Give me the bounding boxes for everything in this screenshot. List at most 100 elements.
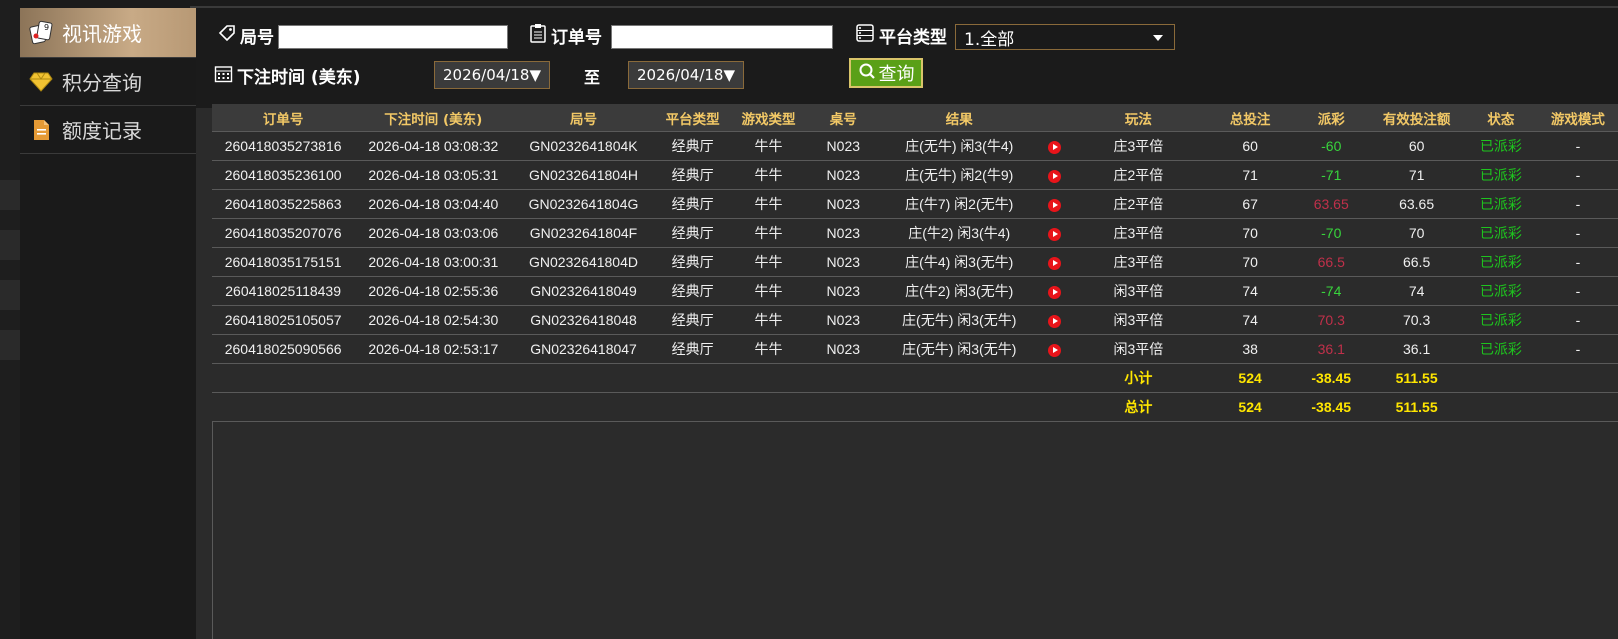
order-label: 订单号 xyxy=(551,28,602,48)
empty-cell xyxy=(1464,363,1618,393)
cell-status: 已派彩 xyxy=(1464,218,1538,248)
total-valid: 511.55 xyxy=(1369,392,1465,422)
background-fragment xyxy=(0,280,20,310)
sidebar-item-credit-log[interactable]: 额度记录 xyxy=(20,106,196,154)
cell-total-bet: 67 xyxy=(1206,189,1294,219)
cell-status: 已派彩 xyxy=(1464,276,1538,306)
cell-order: 260418025118439 xyxy=(212,276,355,306)
cell-order: 260418035273816 xyxy=(212,131,355,161)
tag-icon xyxy=(218,24,236,47)
cell-status: 已派彩 xyxy=(1464,189,1538,219)
background-fragment xyxy=(0,180,20,210)
cell-total-bet: 70 xyxy=(1206,218,1294,248)
cell-order: 260418035207076 xyxy=(212,218,355,248)
cell-time: 2026-04-18 03:08:32 xyxy=(354,131,513,161)
clipboard-icon xyxy=(529,23,547,48)
play-video-icon[interactable] xyxy=(1047,343,1061,357)
cell-video[interactable] xyxy=(1038,189,1070,219)
sidebar-item-label: 额度记录 xyxy=(62,119,142,143)
date-from-picker[interactable]: 2026/04/18▼ xyxy=(434,61,550,89)
diamond-icon xyxy=(28,69,54,95)
cell-total-bet: 71 xyxy=(1206,160,1294,190)
background-fragment xyxy=(0,330,20,360)
sidebar-item-points[interactable]: 积分查询 xyxy=(20,58,196,106)
cell-time: 2026-04-18 03:04:40 xyxy=(354,189,513,219)
cell-video[interactable] xyxy=(1038,305,1070,335)
sidebar: 9 视讯游戏 积分查询 额度记录 xyxy=(20,8,206,639)
cell-play: 庄2平倍 xyxy=(1069,160,1207,190)
play-video-icon[interactable] xyxy=(1047,198,1061,212)
table-row: 260418035236100 2026-04-18 03:05:31 GN0232… xyxy=(212,160,1618,190)
cell-result: 庄(牛7) 闲2(无牛) xyxy=(880,189,1039,219)
round-input[interactable] xyxy=(278,25,508,49)
cell-payout: 36.1 xyxy=(1293,334,1370,364)
cell-mode: - xyxy=(1537,334,1618,364)
cell-video[interactable] xyxy=(1038,276,1070,306)
cell-table: N023 xyxy=(806,160,881,190)
cell-video[interactable] xyxy=(1038,218,1070,248)
cell-platform: 经典厅 xyxy=(654,247,731,277)
col-header-mode: 游戏模式 xyxy=(1537,104,1618,132)
cell-order: 260418025090566 xyxy=(212,334,355,364)
play-video-icon[interactable] xyxy=(1047,285,1061,299)
play-video-icon[interactable] xyxy=(1047,169,1061,183)
empty-cell xyxy=(1464,392,1618,422)
cell-order: 260418035236100 xyxy=(212,160,355,190)
sidebar-item-live-games[interactable]: 9 视讯游戏 xyxy=(20,8,206,58)
query-button[interactable]: 查询 xyxy=(849,58,923,88)
cell-platform: 经典厅 xyxy=(654,131,731,161)
document-icon xyxy=(28,117,54,143)
main-panel: 局号 订单号 平台类型 1.全部 下注时间 (美东) 2026/04/18▼ 至… xyxy=(196,8,1618,639)
time-label-group: 下注时间 (美东) xyxy=(214,63,360,88)
cards-icon: 9 xyxy=(28,20,54,46)
to-label: 至 xyxy=(584,68,601,87)
total-row: 总计 524 -38.45 511.55 xyxy=(212,392,1618,422)
cell-video[interactable] xyxy=(1038,131,1070,161)
subtotal-bet: 524 xyxy=(1206,363,1294,393)
svg-text:9: 9 xyxy=(44,23,49,32)
cell-total-bet: 70 xyxy=(1206,247,1294,277)
total-payout: -38.45 xyxy=(1293,392,1370,422)
play-video-icon[interactable] xyxy=(1047,140,1061,154)
chevron-down-icon xyxy=(1152,27,1164,47)
table-row: 260418025105057 2026-04-18 02:54:30 GN0232… xyxy=(212,305,1618,335)
platform-select[interactable]: 1.全部 xyxy=(955,24,1175,50)
cell-round: GN02326418049 xyxy=(512,276,655,306)
subtotal-label: 小计 xyxy=(1069,363,1207,393)
cell-game-type: 牛牛 xyxy=(730,189,807,219)
cell-time: 2026-04-18 03:00:31 xyxy=(354,247,513,277)
cell-play: 闲3平倍 xyxy=(1069,276,1207,306)
cell-order: 260418035175151 xyxy=(212,247,355,277)
total-label: 总计 xyxy=(1069,392,1207,422)
cell-status: 已派彩 xyxy=(1464,160,1538,190)
cell-payout: -60 xyxy=(1293,131,1370,161)
cell-valid-bet: 70 xyxy=(1369,218,1465,248)
cell-mode: - xyxy=(1537,247,1618,277)
platform-label-group: 平台类型 xyxy=(855,23,947,48)
order-input[interactable] xyxy=(611,25,833,49)
col-header-result: 结果 xyxy=(880,104,1039,132)
play-video-icon[interactable] xyxy=(1047,227,1061,241)
cell-play: 庄3平倍 xyxy=(1069,247,1207,277)
cell-round: GN0232641804F xyxy=(512,218,655,248)
cell-payout: -71 xyxy=(1293,160,1370,190)
date-to-picker[interactable]: 2026/04/18▼ xyxy=(628,61,744,89)
cell-video[interactable] xyxy=(1038,247,1070,277)
col-header-play: 玩法 xyxy=(1069,104,1207,132)
play-video-icon[interactable] xyxy=(1047,314,1061,328)
cell-status: 已派彩 xyxy=(1464,334,1538,364)
cell-video[interactable] xyxy=(1038,334,1070,364)
cell-table: N023 xyxy=(806,131,881,161)
cell-video[interactable] xyxy=(1038,160,1070,190)
subtotal-payout: -38.45 xyxy=(1293,363,1370,393)
play-video-icon[interactable] xyxy=(1047,256,1061,270)
cell-valid-bet: 66.5 xyxy=(1369,247,1465,277)
cell-play: 庄3平倍 xyxy=(1069,131,1207,161)
cell-round: GN0232641804G xyxy=(512,189,655,219)
cell-platform: 经典厅 xyxy=(654,189,731,219)
cell-payout: -70 xyxy=(1293,218,1370,248)
calendar-icon xyxy=(214,64,233,88)
cell-platform: 经典厅 xyxy=(654,218,731,248)
cell-total-bet: 74 xyxy=(1206,276,1294,306)
cell-game-type: 牛牛 xyxy=(730,276,807,306)
